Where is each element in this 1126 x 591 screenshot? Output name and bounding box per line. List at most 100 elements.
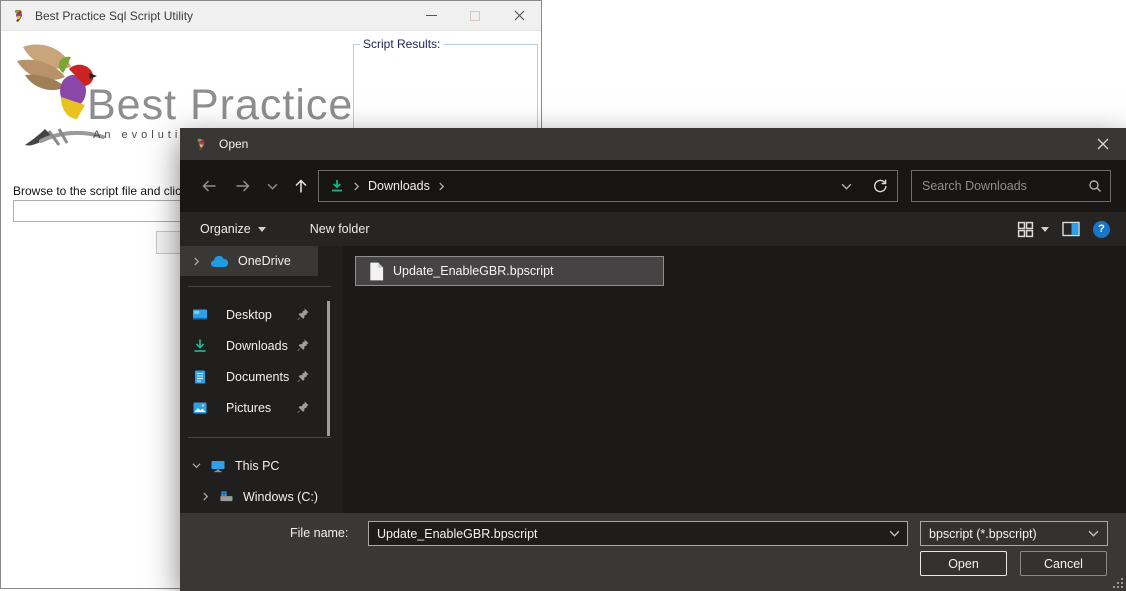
- breadcrumb-separator-icon: [437, 181, 446, 191]
- app-minimize-button[interactable]: [409, 1, 453, 31]
- open-dialog: Open Downloads Search Downloads Organize…: [180, 128, 1126, 591]
- toolbar-right-group: ?: [1017, 220, 1110, 238]
- chevron-down-icon: [841, 183, 851, 190]
- sidebar-item-pictures[interactable]: Pictures: [180, 392, 318, 423]
- new-folder-label: New folder: [309, 222, 370, 236]
- sidebar-item-label: Windows (C:): [242, 489, 318, 504]
- open-button-label: Open: [948, 556, 979, 571]
- close-icon: [1097, 138, 1109, 150]
- sidebar-item-onedrive[interactable]: OneDrive: [180, 246, 318, 276]
- organize-button[interactable]: Organize: [200, 222, 266, 236]
- app-window-controls: [409, 1, 541, 31]
- sidebar-item-downloads[interactable]: Downloads: [180, 330, 318, 361]
- file-name-label: File name:: [290, 526, 349, 540]
- app-titlebar: Best Practice Sql Script Utility: [1, 1, 541, 31]
- logo-wordmark: Best Practice: [87, 81, 354, 129]
- back-button[interactable]: [192, 168, 226, 204]
- chevron-down-icon: [267, 183, 277, 190]
- desktop-icon: [193, 309, 207, 319]
- new-folder-button[interactable]: New folder: [310, 222, 370, 236]
- caret-down-icon: [257, 226, 266, 232]
- downloads-icon: [332, 180, 342, 192]
- caret-down-icon: [1041, 226, 1049, 232]
- browse-instruction: Browse to the script file and click th: [13, 184, 181, 198]
- sidebar-item-label: OneDrive: [238, 254, 291, 268]
- app-close-button[interactable]: [497, 1, 541, 31]
- file-name-input[interactable]: [369, 526, 881, 541]
- recent-locations-button[interactable]: [260, 168, 284, 204]
- file-name-combobox: [368, 521, 908, 546]
- sidebar-item-label: This PC: [235, 458, 280, 473]
- chevron-down-icon: [1088, 530, 1099, 537]
- dialog-nav-row: Downloads: [180, 160, 1126, 212]
- dialog-close-button[interactable]: [1080, 128, 1126, 160]
- pin-icon: [297, 308, 309, 321]
- cancel-button[interactable]: Cancel: [1020, 551, 1107, 576]
- sidebar-item-label: Documents: [226, 369, 290, 384]
- grid-view-icon: [1017, 221, 1034, 237]
- dialog-bird-icon: [197, 138, 205, 150]
- chevron-right-icon: [190, 256, 202, 266]
- minimize-icon: [425, 15, 437, 16]
- dialog-content: OneDrive Desktop Downloads Documents Pic…: [180, 246, 1126, 513]
- sidebar-item-this-pc[interactable]: This PC: [180, 450, 318, 481]
- file-type-value: bpscript (*.bpscript): [929, 526, 1037, 541]
- search-input[interactable]: [922, 179, 1088, 193]
- help-button[interactable]: ?: [1093, 220, 1110, 238]
- this-pc-icon: [211, 460, 225, 472]
- open-button[interactable]: Open: [920, 551, 1007, 576]
- search-icon: [1089, 180, 1101, 192]
- preview-pane-button[interactable]: [1062, 221, 1080, 237]
- pin-icon: [297, 339, 309, 352]
- sidebar-item-documents[interactable]: Documents: [180, 361, 318, 392]
- breadcrumb-separator-icon: [352, 181, 361, 191]
- script-results-label: Script Results:: [363, 37, 441, 51]
- logo-tagline: An evolutio: [93, 129, 192, 141]
- dialog-titlebar: Open: [180, 128, 1126, 160]
- refresh-button[interactable]: [863, 171, 897, 201]
- windows-drive-icon: [220, 490, 233, 501]
- sidebar-item-label: Downloads: [226, 338, 288, 353]
- search-box[interactable]: [911, 170, 1111, 202]
- chevron-right-icon: [200, 492, 211, 501]
- help-glyph: ?: [1098, 223, 1105, 235]
- pin-icon: [297, 401, 309, 414]
- chevron-down-icon: [190, 461, 202, 470]
- sidebar-item-windows-c[interactable]: Windows (C:): [180, 481, 318, 512]
- file-name-dropdown-button[interactable]: [881, 528, 907, 539]
- app-maximize-button[interactable]: [453, 1, 497, 31]
- cancel-button-label: Cancel: [1044, 556, 1083, 571]
- screen: Best Practice Sql Script Utility Best Pr…: [0, 0, 1126, 591]
- file-item-selected[interactable]: Update_EnableGBR.bpscript: [355, 256, 664, 286]
- views-button[interactable]: [1017, 221, 1049, 238]
- up-button[interactable]: [284, 168, 318, 204]
- dialog-footer: File name: bpscript (*.bpscript) Open Ca…: [180, 513, 1126, 591]
- breadcrumb-downloads[interactable]: Downloads: [368, 179, 430, 193]
- app-window-title: Best Practice Sql Script Utility: [35, 8, 194, 23]
- sidebar-scrollbar[interactable]: [327, 301, 330, 436]
- up-arrow-icon: [295, 179, 307, 193]
- refresh-icon: [874, 179, 887, 193]
- sidebar-item-desktop[interactable]: Desktop: [180, 299, 318, 330]
- file-item-name: Update_EnableGBR.bpscript: [393, 264, 554, 278]
- resize-grip[interactable]: [1113, 578, 1123, 588]
- preview-pane-icon: [1062, 221, 1080, 237]
- file-type-select[interactable]: bpscript (*.bpscript): [920, 521, 1108, 546]
- maximize-icon: [470, 10, 480, 21]
- back-arrow-icon: [202, 180, 216, 192]
- address-bar[interactable]: Downloads: [318, 170, 898, 202]
- close-icon: [514, 10, 524, 21]
- forward-arrow-icon: [236, 180, 250, 192]
- dialog-title: Open: [219, 137, 249, 151]
- file-icon: [370, 262, 384, 280]
- onedrive-cloud-icon: [210, 255, 229, 267]
- chevron-down-icon: [889, 530, 899, 537]
- previous-locations-button[interactable]: [829, 171, 863, 201]
- pin-icon: [297, 370, 309, 383]
- quick-access-list: Desktop Downloads Documents Pictures: [180, 299, 341, 423]
- dialog-toolbar: Organize New folder ?: [180, 212, 1126, 246]
- app-bird-icon: [14, 9, 22, 22]
- downloads-icon: [194, 339, 206, 352]
- forward-button[interactable]: [226, 168, 260, 204]
- file-list: Update_EnableGBR.bpscript: [341, 246, 1126, 513]
